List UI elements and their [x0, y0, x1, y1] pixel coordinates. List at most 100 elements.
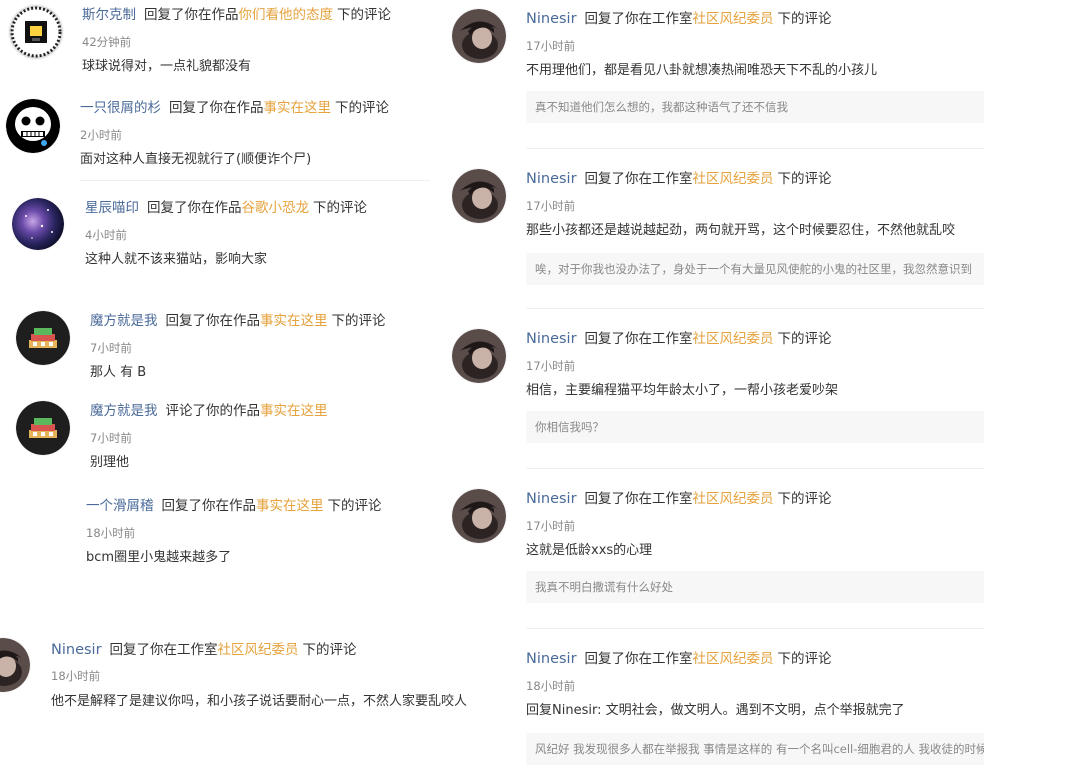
list-item: Ninesir 回复了你在工作室社区风纪委员 下的评论 18小时前 回复Ninesi…	[440, 640, 1000, 766]
quoted-comment: 唉，对于你我也没办法了，身处于一个有大量见风使舵的小鬼的社区里，我忽然意识到	[526, 253, 984, 285]
comment-text: 球球说得对，一点礼貌都没有	[82, 59, 252, 74]
user-link[interactable]: Ninesir	[526, 491, 577, 507]
avatar[interactable]	[452, 9, 506, 63]
comment-text: 他不是解释了是建议你吗，和小孩子说话要耐心一点，不然人家要乱咬人	[51, 694, 468, 709]
user-link[interactable]: 魔方就是我	[90, 313, 158, 329]
action-text: 回复了你在作品	[144, 7, 239, 23]
avatar[interactable]	[16, 311, 70, 365]
comment-text: 不用理他们，都是看见八卦就想凑热闹唯恐天下不乱的小孩儿	[526, 63, 878, 78]
work-link[interactable]: 社区风纪委员	[218, 642, 299, 658]
list-item: 斯尔克制 回复了你在作品你们看他的态度 下的评论 42分钟前 球球说得对，一点礼貌都…	[0, 0, 440, 90]
user-link[interactable]: Ninesir	[526, 11, 577, 27]
comment-text: 这就是低龄xxs的心理	[526, 543, 653, 558]
avatar[interactable]	[452, 329, 506, 383]
divider	[526, 308, 984, 309]
avatar[interactable]	[452, 489, 506, 543]
comment-text: 这种人就不该来猫站，影响大家	[85, 252, 268, 267]
divider	[80, 180, 430, 181]
action-text: 回复了你在作品	[161, 498, 257, 514]
work-link[interactable]: 社区风纪委员	[693, 171, 774, 187]
action-text: 回复了你在工作室	[584, 171, 693, 187]
work-link[interactable]: 你们看他的态度	[239, 7, 334, 23]
user-link[interactable]: 一个滑屑稽	[86, 498, 154, 514]
timestamp: 17小时前	[526, 199, 576, 213]
action-text: 回复了你在作品	[165, 313, 261, 329]
divider	[526, 628, 984, 629]
avatar[interactable]	[452, 169, 506, 223]
timestamp: 4小时前	[85, 228, 127, 242]
comment-text: 那人 有 B	[90, 365, 147, 380]
quoted-comment: 真不知道他们怎么想的，我都这种语气了还不信我	[526, 91, 984, 123]
user-link[interactable]: Ninesir	[526, 171, 577, 187]
avatar[interactable]	[16, 401, 70, 455]
work-link[interactable]: 事实在这里	[264, 100, 332, 116]
timestamp: 7小时前	[90, 431, 132, 445]
action-text: 回复了你在工作室	[584, 11, 693, 27]
divider	[526, 468, 984, 469]
timestamp: 42分钟前	[82, 35, 132, 49]
list-item: Ninesir 回复了你在工作室社区风纪委员 下的评论 17小时前 相信，主要编程猫…	[440, 320, 1000, 470]
user-link[interactable]: 一只很屑的杉	[80, 100, 161, 116]
list-item: 魔方就是我 评论了你的作品事实在这里 7小时前 别理他	[0, 393, 440, 483]
comment-text: 回复Ninesir: 文明社会，做文明人。遇到不文明，点个举报就完了	[526, 703, 905, 718]
avatar[interactable]	[9, 5, 63, 59]
suffix-text: 下的评论	[777, 171, 832, 187]
action-text: 评论了你的作品	[165, 403, 261, 419]
work-link[interactable]: 事实在这里	[260, 313, 328, 329]
timestamp: 18小时前	[526, 679, 576, 693]
timestamp: 2小时前	[80, 128, 122, 142]
user-link[interactable]: Ninesir	[526, 331, 577, 347]
work-link[interactable]: 事实在这里	[260, 403, 328, 419]
action-text: 回复了你在工作室	[584, 491, 693, 507]
avatar[interactable]	[6, 99, 60, 153]
suffix-text: 下的评论	[777, 11, 832, 27]
timestamp: 17小时前	[526, 519, 576, 533]
comment-text: 面对这种人直接无视就行了(顺便诈个尸)	[80, 152, 312, 167]
divider	[526, 148, 984, 149]
user-link[interactable]: Ninesir	[51, 642, 102, 658]
comment-text: bcm圈里小鬼越来越多了	[86, 550, 232, 565]
suffix-text: 下的评论	[337, 7, 391, 23]
user-link[interactable]: 魔方就是我	[90, 403, 158, 419]
user-link[interactable]: 星辰喵印	[85, 200, 139, 216]
suffix-text: 下的评论	[331, 313, 386, 329]
comment-text: 相信，主要编程猫平均年龄太小了，一帮小孩老爱吵架	[526, 383, 839, 398]
suffix-text: 下的评论	[302, 642, 357, 658]
suffix-text: 下的评论	[327, 498, 382, 514]
suffix-text: 下的评论	[777, 331, 832, 347]
action-text: 回复了你在工作室	[584, 651, 693, 667]
timestamp: 17小时前	[526, 39, 576, 53]
suffix-text: 下的评论	[335, 100, 389, 116]
quoted-comment: 我真不明白撒谎有什么好处	[526, 571, 984, 603]
list-item: Ninesir 回复了你在工作室社区风纪委员 下的评论 17小时前 不用理他们，都是…	[440, 0, 1000, 150]
comment-text: 那些小孩都还是越说越起劲，两句就开骂，这个时候要忍住，不然他就乱咬	[526, 223, 956, 238]
timestamp: 18小时前	[51, 669, 101, 683]
timestamp: 18小时前	[86, 526, 136, 540]
work-link[interactable]: 事实在这里	[256, 498, 324, 514]
action-text: 回复了你在作品	[169, 100, 264, 116]
avatar[interactable]	[12, 198, 64, 250]
suffix-text: 下的评论	[313, 200, 367, 216]
action-text: 回复了你在作品	[147, 200, 242, 216]
list-item: Ninesir 回复了你在工作室社区风纪委员 下的评论 17小时前 这就是低龄xxs…	[440, 480, 1000, 630]
quoted-comment: 风纪好 我发现很多人都在举报我 事情是这样的 有一个名叫cell-细胞君的人 我…	[526, 733, 984, 765]
user-link[interactable]: 斯尔克制	[82, 7, 136, 23]
user-link[interactable]: Ninesir	[526, 651, 577, 667]
suffix-text: 下的评论	[777, 651, 832, 667]
comment-text: 别理他	[90, 455, 130, 470]
timestamp: 17小时前	[526, 359, 576, 373]
list-item: 魔方就是我 回复了你在作品事实在这里 下的评论 7小时前 那人 有 B	[0, 303, 440, 393]
work-link[interactable]: 社区风纪委员	[693, 491, 774, 507]
quoted-comment: 你相信我吗？	[526, 411, 984, 443]
list-item: 一只很屑的杉 回复了你在作品事实在这里 下的评论 2小时前 面对这种人直接无视就行了…	[0, 90, 440, 182]
work-link[interactable]: 社区风纪委员	[693, 11, 774, 27]
work-link[interactable]: 社区风纪委员	[693, 651, 774, 667]
action-text: 回复了你在工作室	[584, 331, 693, 347]
timestamp: 7小时前	[90, 341, 132, 355]
work-link[interactable]: 社区风纪委员	[693, 331, 774, 347]
list-item: Ninesir 回复了你在工作室社区风纪委员 下的评论 17小时前 那些小孩都还是越…	[440, 160, 1000, 310]
suffix-text: 下的评论	[777, 491, 832, 507]
list-item: 一个滑屑稽 回复了你在作品事实在这里 下的评论 18小时前 bcm圈里小鬼越来越多了	[0, 488, 440, 578]
avatar[interactable]	[0, 638, 30, 692]
work-link[interactable]: 谷歌小恐龙	[242, 200, 310, 216]
